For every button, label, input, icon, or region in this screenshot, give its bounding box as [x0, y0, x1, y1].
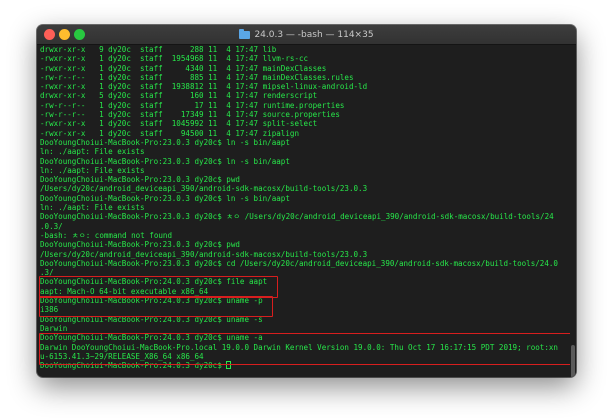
terminal-line: DooYoungChoiui-MacBook-Pro:23.0.3 dy20c$… [40, 175, 568, 184]
terminal-line: DooYoungChoiui-MacBook-Pro:23.0.3 dy20c$… [40, 194, 568, 203]
terminal-line: ln: ./aapt: File exists [40, 166, 568, 175]
terminal-line-text: -rw-r--r-- 1 dy20c staff 885 11 4 17:47 … [40, 72, 354, 82]
terminal-line-text: -rwxr-xr-x 1 dy20c staff 1045992 11 4 17… [40, 119, 318, 129]
terminal-line-text: -rw-r--r-- 1 dy20c staff 17349 11 4 17:4… [40, 110, 340, 120]
terminal-line-text: DooYoungChoiui-MacBook-Pro:24.0.3 dy20c$… [40, 333, 263, 343]
scrollbar-thumb[interactable] [571, 345, 575, 377]
window-title-text: 24.0.3 — -bash — 114×35 [254, 29, 374, 40]
terminal-line: DooYoungChoiui-MacBook-Pro:23.0.3 dy20c$… [40, 259, 568, 268]
terminal-line-text: DooYoungChoiui-MacBook-Pro:23.0.3 dy20c$… [40, 137, 290, 147]
terminal-line-text: i386 [40, 305, 59, 315]
terminal-line-text: -rwxr-xr-x 1 dy20c staff 1954968 11 4 17… [40, 54, 309, 64]
window-title: 24.0.3 — -bash — 114×35 [37, 25, 576, 44]
terminal-line-text: DooYoungChoiui-MacBook-Pro:23.0.3 dy20c$… [40, 212, 554, 222]
terminal-line-text: u-6153.41.3~29/RELEASE_X86_64 x86_64 [40, 351, 204, 361]
terminal-line-text: drwxr-xr-x 9 dy20c staff 288 11 4 17:47 … [40, 45, 277, 54]
terminal-line-text: .0.3/ [40, 221, 63, 231]
terminal-line: Darwin DooYoungChoiui-MacBook-Pro.local … [40, 343, 568, 352]
terminal-line-text: DooYoungChoiui-MacBook-Pro:24.0.3 dy20c$… [40, 314, 263, 324]
terminal-line-text: -rwxr-xr-x 1 dy20c staff 4340 11 4 17:47… [40, 63, 327, 73]
terminal-line-text: DooYoungChoiui-MacBook-Pro:24.0.3 dy20c$ [40, 361, 227, 371]
terminal-line: -rwxr-xr-x 1 dy20c staff 1954968 11 4 17… [40, 54, 568, 63]
text-cursor [226, 361, 232, 370]
terminal-line-text: Darwin [40, 323, 68, 333]
terminal-line-text: DooYoungChoiui-MacBook-Pro:23.0.3 dy20c$… [40, 240, 240, 250]
terminal-line: /Users/dy20c/android_deviceapi_390/andro… [40, 250, 568, 259]
terminal-line: /Users/dy20c/android_deviceapi_390/andro… [40, 184, 568, 193]
terminal-line-text: ln: ./aapt: File exists [40, 147, 145, 157]
terminal-line: -rw-r--r-- 1 dy20c staff 17 11 4 17:47 r… [40, 101, 568, 110]
terminal-line: ln: ./aapt: File exists [40, 203, 568, 212]
terminal-line: ln: ./aapt: File exists [40, 147, 568, 156]
terminal-line: -rw-r--r-- 1 dy20c staff 885 11 4 17:47 … [40, 73, 568, 82]
terminal-line: DooYoungChoiui-MacBook-Pro:24.0.3 dy20c$… [40, 333, 568, 342]
terminal-line: -rwxr-xr-x 1 dy20c staff 4340 11 4 17:47… [40, 64, 568, 73]
terminal-line: DooYoungChoiui-MacBook-Pro:23.0.3 dy20c$… [40, 212, 568, 221]
terminal-line-text: -rw-r--r-- 1 dy20c staff 17 11 4 17:47 r… [40, 100, 345, 110]
terminal-line-text: -rwxr-xr-x 1 dy20c staff 94500 11 4 17:4… [40, 128, 299, 138]
terminal-line: DooYoungChoiui-MacBook-Pro:23.0.3 dy20c$… [40, 240, 568, 249]
terminal-line: drwxr-xr-x 5 dy20c staff 160 11 4 17:47 … [40, 91, 568, 100]
terminal-line-text: DooYoungChoiui-MacBook-Pro:23.0.3 dy20c$… [40, 258, 558, 268]
terminal-line: DooYoungChoiui-MacBook-Pro:24.0.3 dy20c$… [40, 296, 568, 305]
terminal-line-text: .3/ [40, 268, 54, 278]
title-bar[interactable]: 24.0.3 — -bash — 114×35 [37, 25, 576, 45]
terminal-line: .3/ [40, 268, 568, 277]
terminal-line: u-6153.41.3~29/RELEASE_X86_64 x86_64 [40, 352, 568, 361]
terminal-line-text: aapt: Mach-O 64-bit executable x86_64 [40, 286, 209, 296]
terminal-line: DooYoungChoiui-MacBook-Pro:24.0.3 dy20c$ [40, 361, 568, 370]
terminal-line-text: drwxr-xr-x 5 dy20c staff 160 11 4 17:47 … [40, 91, 318, 101]
terminal-line: aapt: Mach-O 64-bit executable x86_64 [40, 287, 568, 296]
terminal-window: 24.0.3 — -bash — 114×35 drwxr-xr-x 9 dy2… [37, 25, 576, 377]
terminal-line-text: /Users/dy20c/android_deviceapi_390/andro… [40, 249, 368, 259]
terminal-line-text: ln: ./aapt: File exists [40, 203, 145, 213]
terminal-line-text: DooYoungChoiui-MacBook-Pro:24.0.3 dy20c$… [40, 296, 263, 306]
terminal-line-text: /Users/dy20c/android_deviceapi_390/andro… [40, 184, 368, 194]
terminal-line: DooYoungChoiui-MacBook-Pro:24.0.3 dy20c$… [40, 315, 568, 324]
terminal-line: -rwxr-xr-x 1 dy20c staff 1045992 11 4 17… [40, 119, 568, 128]
terminal-line-text: DooYoungChoiui-MacBook-Pro:23.0.3 dy20c$… [40, 193, 290, 203]
terminal-line-text: DooYoungChoiui-MacBook-Pro:24.0.3 dy20c$… [40, 277, 268, 287]
terminal-line: .0.3/ [40, 222, 568, 231]
terminal-line-text: Darwin DooYoungChoiui-MacBook-Pro.local … [40, 342, 558, 352]
folder-icon [239, 28, 251, 39]
terminal-line-text: -rwxr-xr-x 1 dy20c staff 1938812 11 4 17… [40, 82, 368, 92]
terminal-line: Darwin [40, 324, 568, 333]
terminal-line: -rwxr-xr-x 1 dy20c staff 1938812 11 4 17… [40, 82, 568, 91]
terminal-line: drwxr-xr-x 9 dy20c staff 288 11 4 17:47 … [40, 45, 568, 54]
terminal-line: DooYoungChoiui-MacBook-Pro:24.0.3 dy20c$… [40, 277, 568, 286]
terminal-line-text: DooYoungChoiui-MacBook-Pro:23.0.3 dy20c$… [40, 156, 290, 166]
terminal-output[interactable]: drwxr-xr-x 9 dy20c staff 288 11 4 17:47 … [40, 45, 568, 375]
terminal-line: -bash: ㅊㅇ: command not found [40, 231, 568, 240]
terminal-line: i386 [40, 305, 568, 314]
terminal-line-text: DooYoungChoiui-MacBook-Pro:23.0.3 dy20c$… [40, 175, 240, 185]
terminal-line-text: -bash: ㅊㅇ: command not found [40, 230, 173, 240]
terminal-line: DooYoungChoiui-MacBook-Pro:23.0.3 dy20c$… [40, 138, 568, 147]
terminal-line: -rwxr-xr-x 1 dy20c staff 94500 11 4 17:4… [40, 129, 568, 138]
scrollbar[interactable] [570, 45, 576, 377]
terminal-line: DooYoungChoiui-MacBook-Pro:23.0.3 dy20c$… [40, 157, 568, 166]
terminal-line: -rw-r--r-- 1 dy20c staff 17349 11 4 17:4… [40, 110, 568, 119]
terminal-line-text: ln: ./aapt: File exists [40, 165, 145, 175]
